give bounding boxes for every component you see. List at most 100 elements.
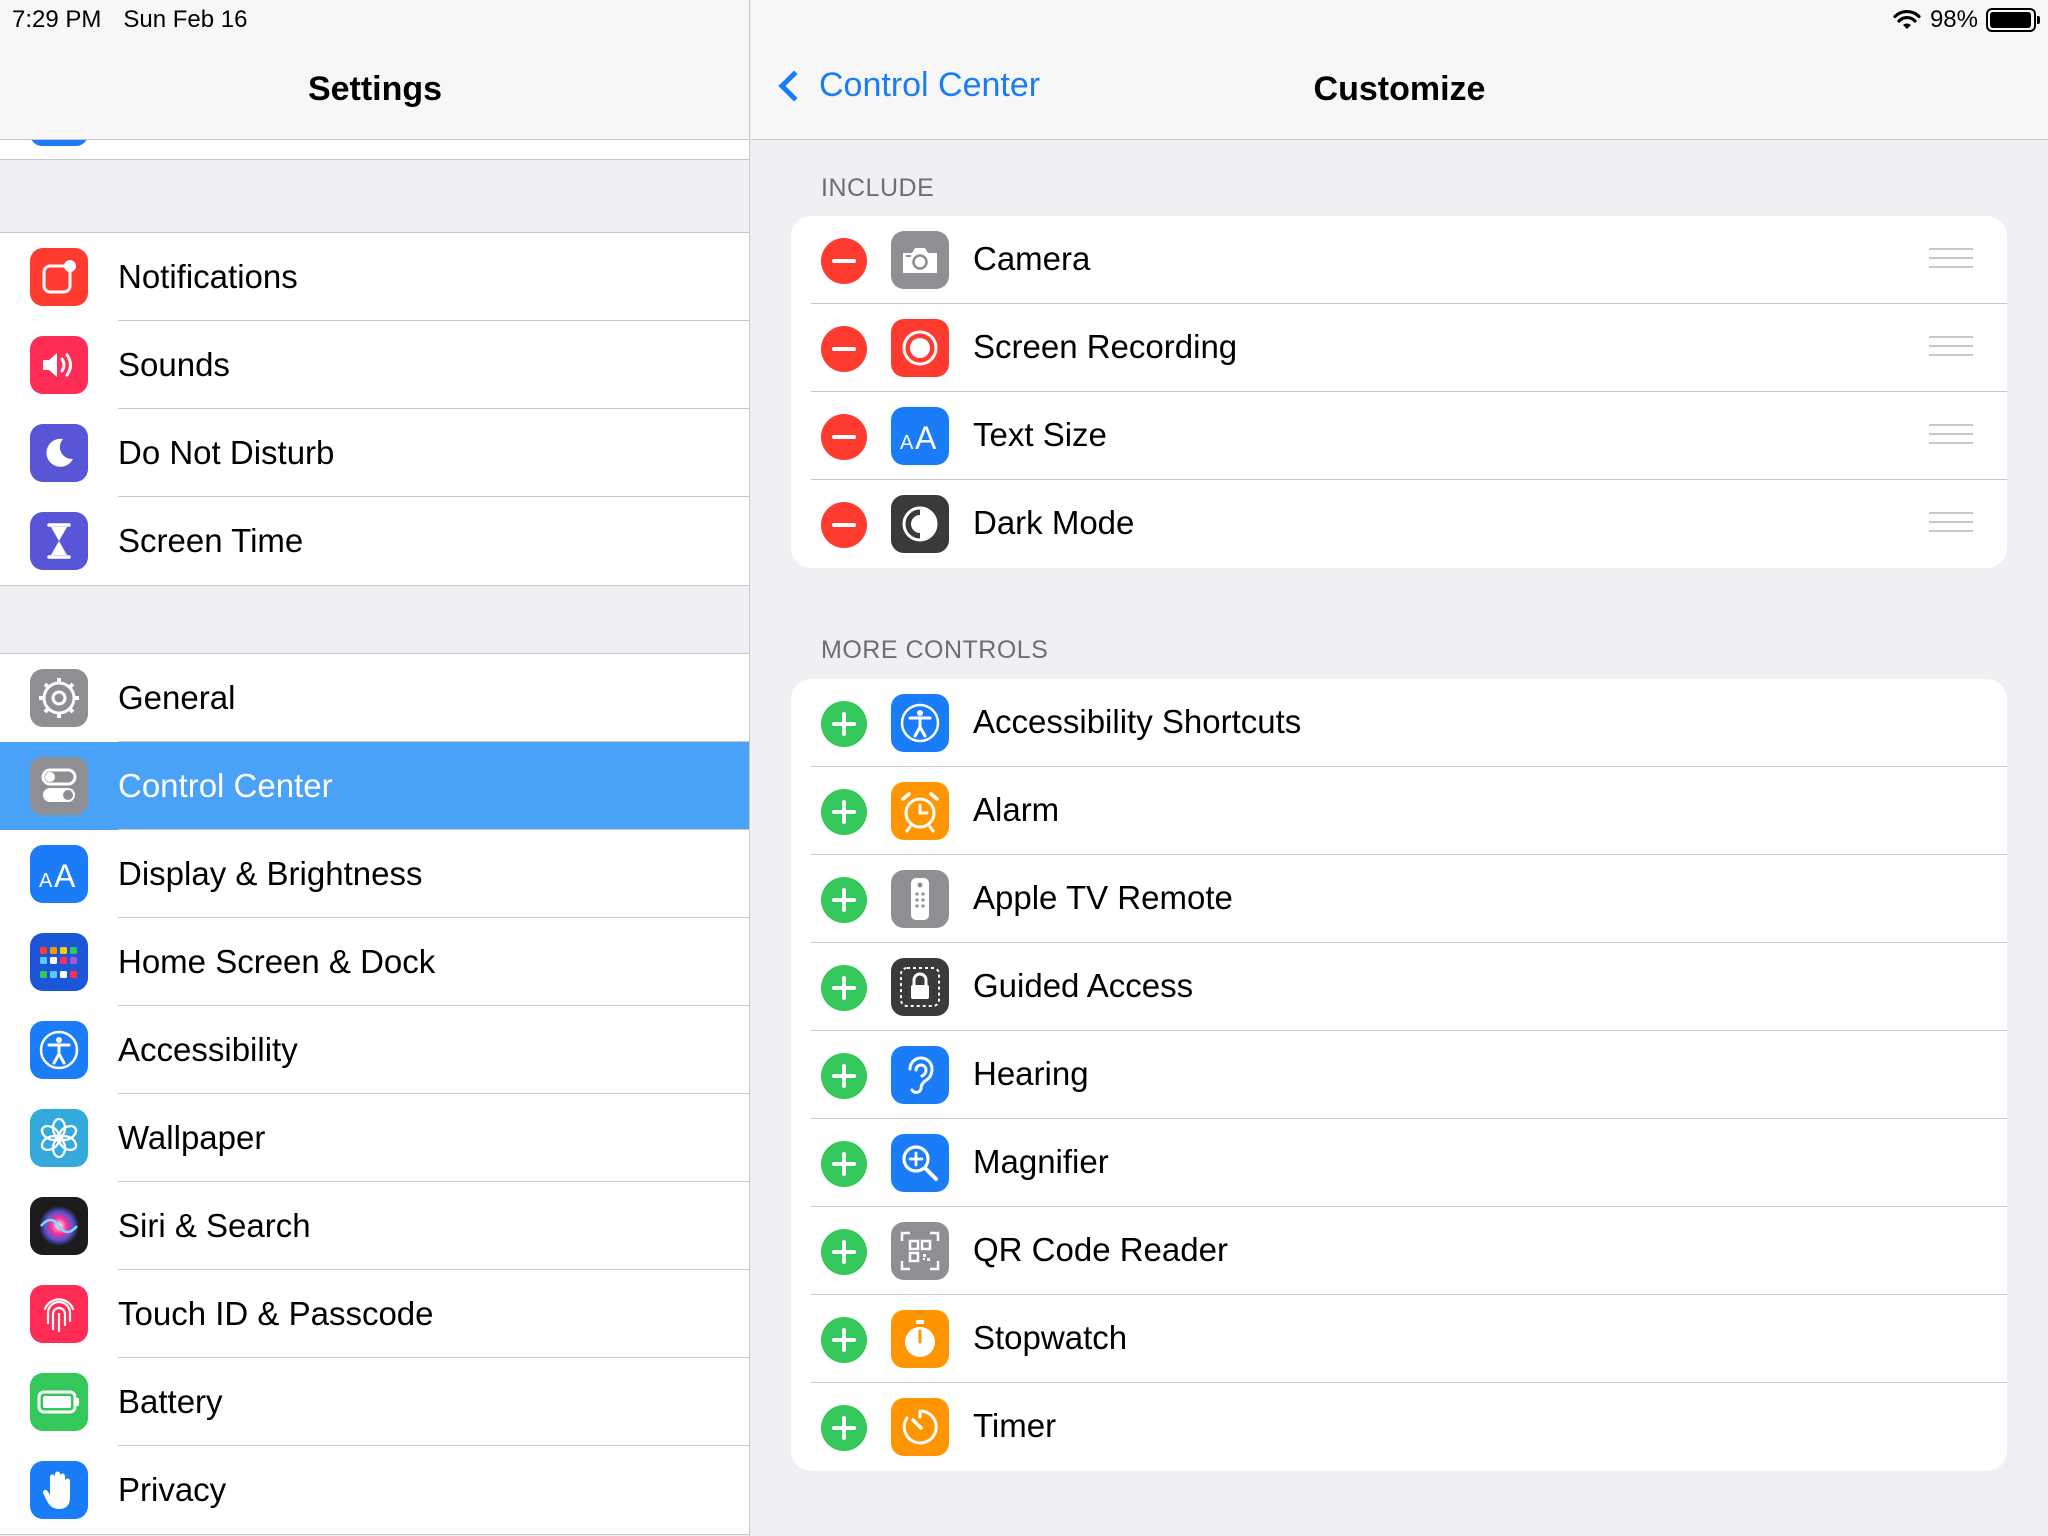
battery-fill — [1990, 12, 2032, 28]
hourglass-icon — [30, 512, 88, 570]
sidebar-item-label: Accessibility — [118, 1031, 298, 1068]
sidebar-item-label: Do Not Disturb — [118, 434, 335, 471]
control-row-dark-mode: Dark Mode — [791, 480, 2007, 568]
include-section-header: INCLUDE — [821, 174, 935, 202]
alarm-icon — [891, 782, 949, 840]
reorder-handle-icon[interactable] — [1929, 512, 1973, 536]
magnifier-icon — [891, 1134, 949, 1192]
more-controls-list: Accessibility Shortcuts Alarm Apple TV Rem… — [791, 679, 2007, 1471]
reorder-handle-icon[interactable] — [1929, 424, 1973, 448]
sidebar-item-privacy[interactable]: Privacy — [0, 1446, 749, 1534]
status-bar-right: 98% — [1892, 6, 2040, 34]
control-row-accessibility-shortcuts: Accessibility Shortcuts — [791, 679, 2007, 767]
more-controls-section-header: MORE CONTROLS — [821, 636, 1049, 664]
sounds-icon — [30, 336, 88, 394]
control-row-hearing: Hearing — [791, 1031, 2007, 1119]
remove-control-button[interactable] — [821, 238, 867, 284]
remove-control-button[interactable] — [821, 414, 867, 460]
text-size-icon: AA — [30, 845, 88, 903]
text-size-icon: AA — [891, 407, 949, 465]
control-row-screen-recording: Screen Recording — [791, 304, 2007, 392]
status-bar-left: 7:29 PM Sun Feb 16 — [12, 6, 247, 34]
add-control-button[interactable] — [821, 1405, 867, 1451]
record-icon — [891, 319, 949, 377]
flower-icon — [30, 1109, 88, 1167]
sidebar-item-screen-time[interactable]: Screen Time — [0, 497, 749, 585]
sidebar-item-label: Notifications — [118, 258, 298, 295]
control-label: Camera — [973, 240, 1091, 277]
battery-status-icon — [1986, 8, 2040, 32]
hand-icon — [30, 1461, 88, 1519]
moon-icon — [30, 424, 88, 482]
reorder-handle-icon[interactable] — [1929, 248, 1973, 272]
control-label: QR Code Reader — [973, 1231, 1228, 1268]
control-row-magnifier: Magnifier — [791, 1119, 2007, 1207]
control-label: Timer — [973, 1407, 1057, 1444]
add-control-button[interactable] — [821, 1053, 867, 1099]
control-row-guided-access: Guided Access — [791, 943, 2007, 1031]
add-control-button[interactable] — [821, 1141, 867, 1187]
sidebar-item-sounds[interactable]: Sounds — [0, 321, 749, 409]
sidebar-item-label: Screen Time — [118, 522, 304, 559]
status-time: 7:29 PM — [12, 6, 102, 33]
remote-icon — [891, 870, 949, 928]
sidebar-item-label: Touch ID & Passcode — [118, 1295, 434, 1332]
sidebar-item-label: Home Screen & Dock — [118, 943, 436, 980]
timer-icon — [891, 1398, 949, 1456]
add-control-button[interactable] — [821, 1317, 867, 1363]
sidebar-item-do-not-disturb[interactable]: Do Not Disturb — [0, 409, 749, 497]
detail-header: Control Center Customize — [751, 0, 2048, 140]
add-control-button[interactable] — [821, 701, 867, 747]
sidebar-item-touch-id-passcode[interactable]: Touch ID & Passcode — [0, 1270, 749, 1358]
accessibility-icon — [30, 1021, 88, 1079]
sidebar-item-home-screen-dock[interactable]: Home Screen & Dock — [0, 918, 749, 1006]
add-control-button[interactable] — [821, 1229, 867, 1275]
control-label: Guided Access — [973, 967, 1194, 1004]
sidebar-item-battery[interactable]: Battery — [0, 1358, 749, 1446]
home-grid-icon — [30, 933, 88, 991]
sidebar-item-label: Battery — [118, 1383, 223, 1420]
control-row-apple-tv-remote: Apple TV Remote — [791, 855, 2007, 943]
sidebar-item-siri-search[interactable]: Siri & Search — [0, 1182, 749, 1270]
svg-text:A: A — [54, 858, 76, 891]
sidebar-item-label: Siri & Search — [118, 1207, 311, 1244]
gear-icon — [30, 669, 88, 727]
sidebar-item-wallpaper[interactable]: Wallpaper — [0, 1094, 749, 1182]
add-control-button[interactable] — [821, 965, 867, 1011]
stopwatch-icon — [891, 1310, 949, 1368]
control-row-timer: Timer — [791, 1383, 2007, 1471]
control-label: Stopwatch — [973, 1319, 1128, 1356]
siri-icon — [30, 1197, 88, 1255]
sidebar-item-accessibility[interactable]: Accessibility — [0, 1006, 749, 1094]
battery-icon — [30, 1373, 88, 1431]
add-control-button[interactable] — [821, 877, 867, 923]
control-label: Hearing — [973, 1055, 1089, 1092]
control-label: Accessibility Shortcuts — [973, 703, 1302, 740]
control-label: Screen Recording — [973, 328, 1238, 365]
sidebar-item-label: Display & Brightness — [118, 855, 423, 892]
sidebar-item-display-brightness[interactable]: A A Display & Brightness — [0, 830, 749, 918]
control-label: Text Size — [973, 416, 1107, 453]
svg-text:A: A — [900, 432, 914, 453]
sidebar-item-label: Control Center — [118, 767, 333, 804]
remove-control-button[interactable] — [821, 502, 867, 548]
settings-group-general: General Control Center A A Display & Brightn… — [0, 653, 749, 1535]
page-title: Customize — [1313, 70, 1486, 108]
control-row-alarm: Alarm — [791, 767, 2007, 855]
customize-panel: Control Center Customize INCLUDE Camera S… — [751, 0, 2048, 1536]
sidebar-item-control-center[interactable]: Control Center — [0, 742, 749, 830]
sidebar-title: Settings — [307, 70, 443, 108]
add-control-button[interactable] — [821, 789, 867, 835]
sidebar-item-general[interactable]: General — [0, 654, 749, 742]
include-list: Camera Screen Recording A A Text Size Dark Mo… — [791, 216, 2007, 568]
qr-code-icon — [891, 1222, 949, 1280]
reorder-handle-icon[interactable] — [1929, 336, 1973, 360]
remove-control-button[interactable] — [821, 326, 867, 372]
notifications-icon — [30, 248, 88, 306]
ear-icon — [891, 1046, 949, 1104]
accessibility-icon — [891, 694, 949, 752]
dark-mode-icon — [891, 495, 949, 553]
control-label: Dark Mode — [973, 504, 1135, 541]
status-date: Sun Feb 16 — [123, 6, 248, 33]
sidebar-item-notifications[interactable]: Notifications — [0, 233, 749, 321]
